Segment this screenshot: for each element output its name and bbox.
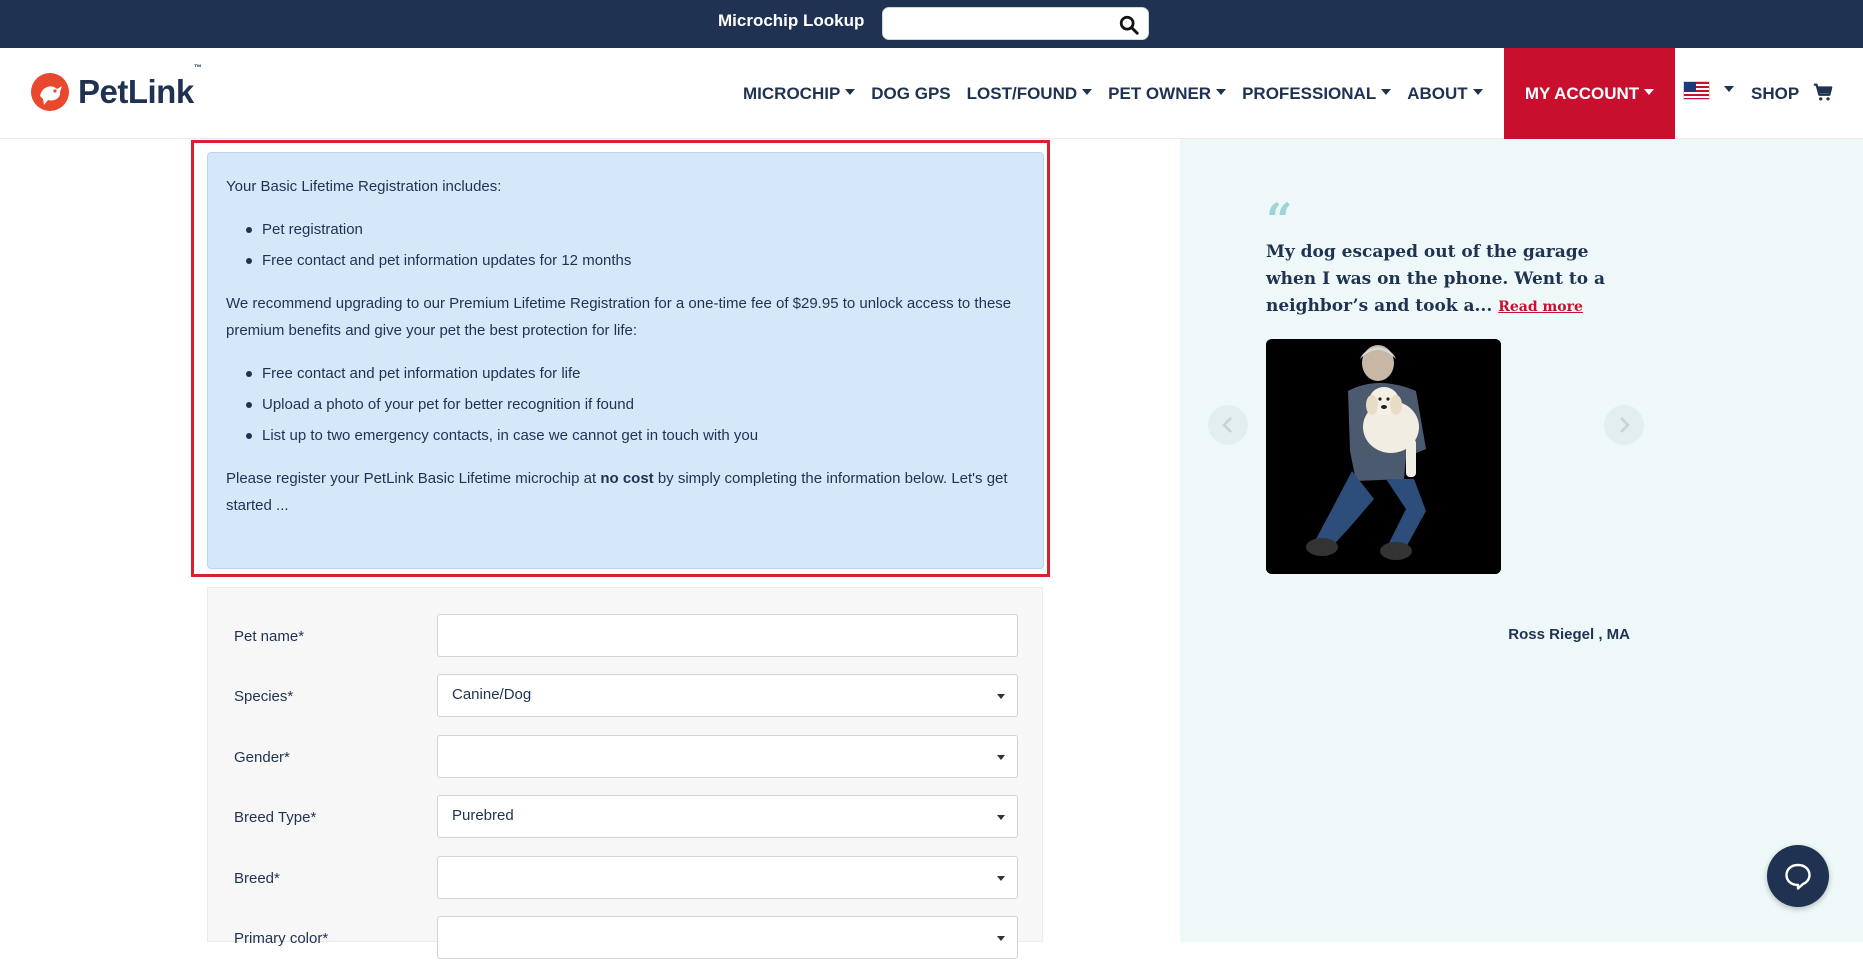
dropdown-arrow-icon [997,815,1005,820]
list-item: List up to two emergency contacts, in ca… [246,420,1025,451]
registration-form: Pet name* Species* Canine/Dog Gender* Br… [207,587,1044,959]
logo-wordmark: PetLink™ [78,63,202,110]
form-row-pet-name: Pet name* [208,614,1044,658]
form-row-primary-color: Primary color* [208,916,1044,960]
nav-menu: MICROCHIP DOG GPS LOST/FOUND PET OWNER P… [743,48,1499,139]
petlink-logo[interactable]: PetLink™ [30,63,202,112]
nav-about[interactable]: ABOUT [1407,48,1483,139]
caret-down-icon [845,88,856,95]
info-closing: Please register your PetLink Basic Lifet… [226,470,1008,514]
carousel-prev-button[interactable] [1208,405,1248,445]
nav-lost-found[interactable]: LOST/FOUND [967,48,1093,139]
chevron-right-icon [1620,417,1630,433]
form-row-breed-type: Breed Type* Purebred [208,795,1044,839]
petlink-logo-icon [31,73,69,111]
species-select[interactable]: Canine/Dog [437,674,1018,717]
caret-down-icon [1381,88,1392,95]
breed-label: Breed* [234,870,280,887]
form-row-breed: Breed* [208,856,1044,900]
carousel-next-button[interactable] [1604,405,1644,445]
caret-down-icon [1724,85,1734,92]
nav-pet-owner[interactable]: PET OWNER [1108,48,1227,139]
list-item: Free contact and pet information updates… [246,358,1025,389]
form-row-species: Species* Canine/Dog [208,674,1044,718]
main-navbar: PetLink™ MICROCHIP DOG GPS LOST/FOUND PE… [0,48,1863,139]
form-row-gender: Gender* [208,735,1044,779]
list-item: Pet registration [246,214,1025,245]
testimonial-author: Ross Riegel , MA [1508,626,1630,643]
dropdown-arrow-icon [997,755,1005,760]
read-more-link[interactable]: Read more [1498,299,1583,315]
breed-type-label: Breed Type* [234,809,317,826]
chat-icon [1785,863,1811,890]
basic-benefits-list: Pet registration Free contact and pet in… [226,214,1025,276]
nav-microchip[interactable]: MICROCHIP [743,48,856,139]
list-item: Upload a photo of your pet for better re… [246,389,1025,420]
man-with-puppy-image [1266,339,1501,574]
caret-down-icon [1644,88,1655,95]
cart-icon[interactable] [1812,81,1834,103]
registration-info-box: Your Basic Lifetime Registration include… [207,152,1044,569]
microchip-lookup-field[interactable] [882,7,1149,40]
nav-my-account[interactable]: MY ACCOUNT [1504,48,1675,139]
caret-down-icon [1082,88,1093,95]
testimonial-panel: “ My dog escaped out of the garage when … [1180,139,1863,942]
premium-benefits-list: Free contact and pet information updates… [226,358,1025,451]
testimonial-quote: My dog escaped out of the garage when I … [1266,242,1606,316]
breed-select[interactable] [437,856,1018,899]
microchip-lookup-label: Microchip Lookup [718,11,865,30]
pet-name-input[interactable] [437,614,1018,657]
pet-name-label: Pet name* [234,628,305,645]
chat-button[interactable] [1767,845,1829,907]
species-label: Species* [234,688,294,705]
nav-dog-gps[interactable]: DOG GPS [871,48,950,139]
chevron-left-icon [1222,417,1232,433]
language-selector[interactable] [1683,81,1734,100]
top-bar: Microchip Lookup [0,0,1863,48]
dropdown-arrow-icon [997,876,1005,881]
dropdown-arrow-icon [997,936,1005,941]
dropdown-arrow-icon [997,694,1005,699]
primary-color-select[interactable] [437,916,1018,959]
search-icon[interactable] [1118,14,1140,36]
primary-color-label: Primary color* [234,930,329,947]
nav-shop[interactable]: SHOP [1751,48,1799,139]
no-cost-emphasis: no cost [600,470,654,487]
list-item: Free contact and pet information updates… [246,245,1025,276]
microchip-lookup-input[interactable] [893,14,1103,34]
info-upgrade-text: We recommend upgrading to our Premium Li… [226,295,1012,339]
gender-select[interactable] [437,735,1018,778]
caret-down-icon [1216,88,1227,95]
testimonial-photo [1266,339,1501,574]
breed-type-select[interactable]: Purebred [437,795,1018,838]
caret-down-icon [1472,88,1483,95]
gender-label: Gender* [234,749,290,766]
us-flag-icon [1683,81,1710,100]
info-intro: Your Basic Lifetime Registration include… [226,178,502,195]
quote-mark-icon: “ [1266,193,1293,247]
nav-professional[interactable]: PROFESSIONAL [1242,48,1392,139]
